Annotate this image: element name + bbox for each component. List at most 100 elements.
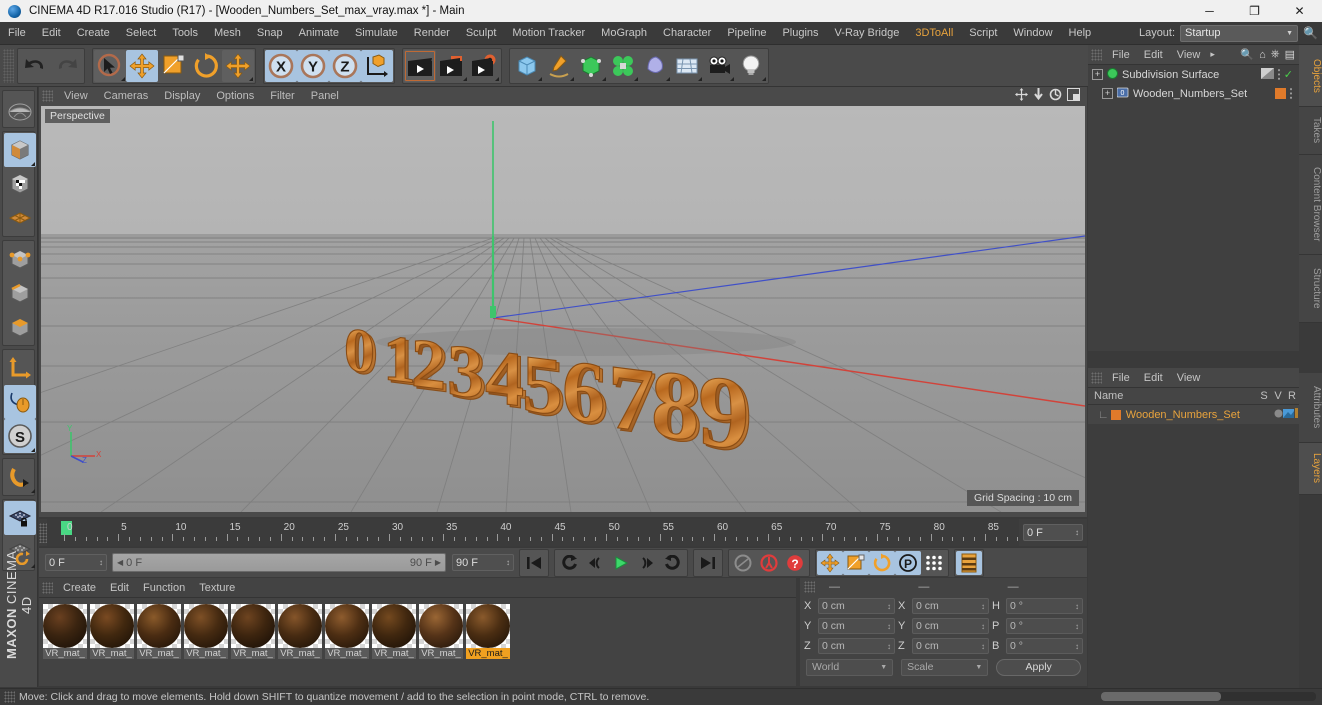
tab-layers[interactable]: Layers <box>1299 443 1322 495</box>
undo-button[interactable] <box>19 50 51 82</box>
layout-select[interactable]: Startup ▼ <box>1180 24 1299 42</box>
layer-manager-grip[interactable] <box>1091 371 1102 384</box>
fit-icon[interactable]: ▤ <box>1285 48 1295 61</box>
light-button[interactable] <box>735 50 767 82</box>
point-level-animation-button[interactable] <box>921 551 947 575</box>
y-axis-button[interactable]: Y <box>297 49 329 82</box>
model-mode-button[interactable] <box>4 133 36 167</box>
axis-mode-button[interactable] <box>4 351 36 385</box>
material-swatch[interactable]: VR_mat_ <box>184 604 228 659</box>
stepper-icon[interactable]: ↕ <box>506 558 510 567</box>
timeline-ruler[interactable]: 051015202530354045505560657075808590 <box>47 519 1019 546</box>
menu-edit[interactable]: Edit <box>34 22 69 45</box>
material-preview[interactable] <box>231 604 275 648</box>
material-swatch[interactable]: VR_mat_ <box>137 604 181 659</box>
material-menu-texture[interactable]: Texture <box>192 582 242 594</box>
object-row-wooden-numbers-set[interactable]: + 0 Wooden_Numbers_Set <box>1088 84 1299 103</box>
menu-snap[interactable]: Snap <box>249 22 291 45</box>
workplane-button[interactable] <box>4 460 36 494</box>
menu-3dtoall[interactable]: 3DToAll <box>907 22 961 45</box>
layer-manager-menu-file[interactable]: File <box>1105 372 1137 384</box>
home-icon[interactable]: ⌂ <box>1259 49 1266 61</box>
record-active-objects-button[interactable] <box>730 551 756 575</box>
menu-motion-tracker[interactable]: Motion Tracker <box>504 22 593 45</box>
close-button[interactable]: ✕ <box>1277 0 1322 22</box>
material-preview[interactable] <box>419 604 463 648</box>
stepper-icon[interactable]: ↕ <box>981 622 985 631</box>
material-preview[interactable] <box>184 604 228 648</box>
material-menu-function[interactable]: Function <box>136 582 192 594</box>
parameter-key-button[interactable]: P <box>895 550 921 575</box>
viewport-menu-options[interactable]: Options <box>208 90 262 102</box>
edges-mode-button[interactable] <box>4 276 36 310</box>
keyframe-selection-button[interactable]: ? <box>782 551 808 575</box>
render-settings-button[interactable] <box>468 50 500 82</box>
material-swatch[interactable]: VR_mat_ <box>90 604 134 659</box>
stepper-icon[interactable]: ↕ <box>887 642 891 651</box>
viewport-grip[interactable] <box>42 90 53 102</box>
object-manager-menu-edit[interactable]: Edit <box>1137 49 1170 61</box>
material-preview[interactable] <box>466 604 510 648</box>
material-manager-grip[interactable] <box>42 581 53 594</box>
minimize-button[interactable]: ─ <box>1187 0 1232 22</box>
stepper-icon[interactable]: ↕ <box>1075 528 1079 537</box>
range-start-field[interactable]: 0 F ↕ <box>45 554 107 571</box>
size-z-field[interactable]: 0 cm ↕ <box>912 638 989 654</box>
material-swatch[interactable]: VR_mat_ <box>43 604 87 659</box>
range-end-field[interactable]: 90 F ↕ <box>452 554 514 571</box>
material-swatch-grid[interactable]: VR_mat_ VR_mat_ VR_mat_ VR_mat_ VR_mat_ VR_ma… <box>39 598 796 659</box>
camera-button[interactable] <box>703 50 735 82</box>
transform-mode-select[interactable]: Scale ▼ <box>901 658 989 676</box>
redo-button[interactable] <box>51 50 83 82</box>
stepper-icon[interactable]: ↕ <box>887 602 891 611</box>
go-to-previous-frame-button[interactable] <box>582 551 608 575</box>
material-swatch[interactable]: VR_mat_ <box>231 604 275 659</box>
viewport-menu-view[interactable]: View <box>56 90 96 102</box>
generator-button[interactable] <box>575 50 607 82</box>
faces-mode-button[interactable] <box>4 310 36 344</box>
world-coordinate-button[interactable] <box>361 49 393 82</box>
move-axis-button[interactable] <box>222 49 254 82</box>
material-swatch[interactable]: VR_mat_ <box>419 604 463 659</box>
spline-pen-button[interactable] <box>543 50 575 82</box>
solo-dot-icon[interactable] <box>1274 409 1283 421</box>
viewport-menu-panel[interactable]: Panel <box>303 90 347 102</box>
size-x-field[interactable]: 0 cm ↕ <box>912 598 989 614</box>
material-preview[interactable] <box>372 604 416 648</box>
coordinates-grip[interactable] <box>804 581 815 593</box>
scrub-left-arrow-icon[interactable]: ◀ <box>117 558 123 567</box>
tab-objects[interactable]: Objects <box>1299 45 1322 107</box>
menu-render[interactable]: Render <box>406 22 458 45</box>
position-key-button[interactable] <box>817 550 843 575</box>
link-icon[interactable]: ⎈ <box>1271 48 1280 61</box>
material-menu-edit[interactable]: Edit <box>103 582 136 594</box>
material-preview[interactable] <box>325 604 369 648</box>
horizontal-scrollbar[interactable] <box>1101 692 1316 701</box>
menu-create[interactable]: Create <box>69 22 118 45</box>
size-y-field[interactable]: 0 cm ↕ <box>912 618 989 634</box>
tab-structure[interactable]: Structure <box>1299 255 1322 323</box>
menu-tools[interactable]: Tools <box>164 22 206 45</box>
menu-select[interactable]: Select <box>118 22 165 45</box>
stepper-icon[interactable]: ↕ <box>887 622 891 631</box>
stepper-icon[interactable]: ↕ <box>1075 602 1079 611</box>
object-manager-grip[interactable] <box>1091 48 1102 61</box>
toolbar-grip[interactable] <box>3 48 14 83</box>
view-toggle-icon[interactable] <box>1283 408 1294 421</box>
material-menu-create[interactable]: Create <box>56 582 103 594</box>
go-to-next-key-button[interactable] <box>660 551 686 575</box>
menu-plugins[interactable]: Plugins <box>774 22 826 45</box>
material-preview[interactable] <box>43 604 87 648</box>
go-to-next-frame-button[interactable] <box>634 551 660 575</box>
stepper-icon[interactable]: ↕ <box>99 558 103 567</box>
rotation-b-field[interactable]: 0 ° ↕ <box>1006 638 1083 654</box>
timeline-panel-button[interactable] <box>956 550 982 575</box>
object-manager-tree[interactable]: + Subdivision Surface ✓ + 0 Wooden_Numbe… <box>1088 65 1299 351</box>
menu-window[interactable]: Window <box>1005 22 1060 45</box>
position-x-field[interactable]: 0 cm ↕ <box>818 598 895 614</box>
time-scrubber[interactable]: ◀ 0 F 90 F ▶ <box>112 553 446 572</box>
menu-script[interactable]: Script <box>961 22 1005 45</box>
menu-vray-bridge[interactable]: V-Ray Bridge <box>827 22 908 45</box>
stepper-icon[interactable]: ↕ <box>1075 622 1079 631</box>
snap-mode-button[interactable]: S <box>4 419 36 453</box>
